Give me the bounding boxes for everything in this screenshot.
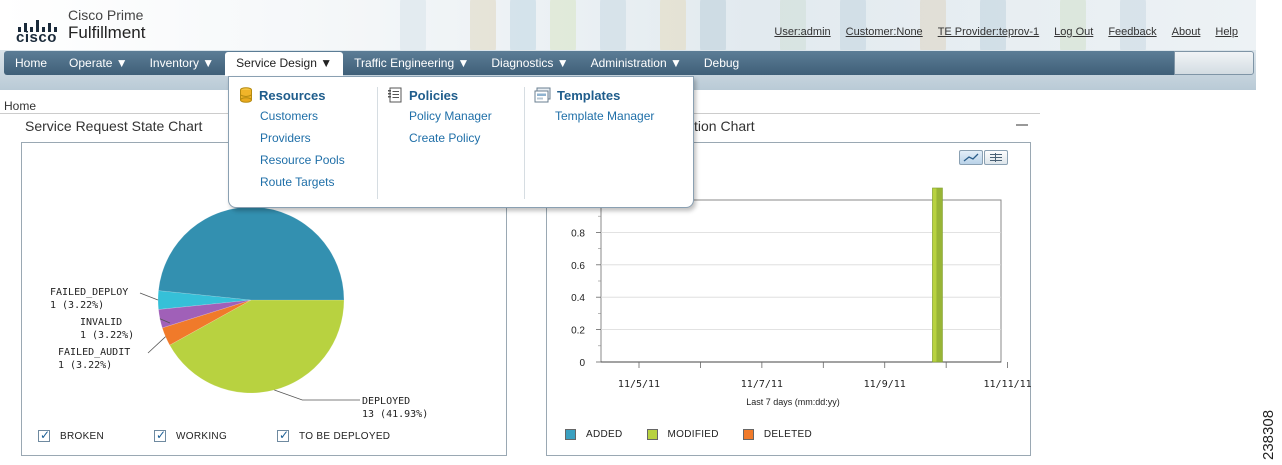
menu-resource-pools[interactable]: Resource Pools — [260, 153, 345, 169]
document-list-icon — [388, 87, 402, 103]
nav-traffic-engineering[interactable]: Traffic Engineering ▼ — [343, 51, 480, 75]
legend-deleted: DELETED — [742, 429, 812, 440]
pie-leader-deployed — [274, 389, 360, 401]
left-panel-title: Service Request State Chart — [25, 118, 203, 134]
feedback-link[interactable]: Feedback — [1108, 26, 1156, 38]
menu-create-policy[interactable]: Create Policy — [409, 131, 492, 147]
menu-template-manager[interactable]: Template Manager — [555, 109, 654, 125]
legend-broken[interactable]: BROKEN — [38, 428, 104, 442]
nav-search-box[interactable] — [1174, 51, 1254, 75]
header: cisco Cisco Prime Fulfillment User:admin… — [0, 0, 1256, 50]
state-legend: BROKEN WORKING TO BE DEPLOYED — [38, 428, 440, 442]
nav-administration[interactable]: Administration ▼ — [580, 51, 693, 75]
header-decoration — [360, 0, 1256, 50]
breadcrumb[interactable]: Home — [4, 99, 36, 113]
legend-added: ADDED — [565, 429, 623, 440]
menu-head-templates[interactable]: Templates — [534, 87, 654, 103]
pie-value-invalid: 1 (3.22%) — [80, 330, 134, 341]
pie-value-deployed: 13 (41.93%) — [362, 409, 428, 420]
product-line-1: Cisco Prime — [68, 7, 144, 23]
menu-head-policies[interactable]: Policies — [388, 87, 492, 103]
pie-label-failed_audit: FAILED_AUDIT — [58, 347, 130, 358]
x-tick-label: 11/5/11 — [618, 379, 660, 390]
nav-home[interactable]: Home — [4, 51, 58, 75]
pie-value-failed_deploy: 1 (3.22%) — [50, 300, 104, 311]
bar-shade — [936, 188, 943, 362]
te-provider-link[interactable]: TE Provider:teprov-1 — [938, 26, 1039, 38]
operation-legend: ADDED MODIFIED DELETED — [565, 429, 862, 440]
menu-separator — [377, 87, 378, 199]
x-axis-label: Last 7 days (mm:dd:yy) — [746, 397, 840, 407]
menu-customers[interactable]: Customers — [260, 109, 345, 125]
pie-label-invalid: INVALID — [80, 317, 122, 328]
y-tick-label: 0 — [579, 358, 585, 369]
chart-view-icon[interactable] — [959, 150, 983, 165]
minimize-button[interactable] — [1016, 124, 1028, 126]
broken-checkbox[interactable] — [38, 428, 50, 442]
menu-column-policies: Policies Policy Manager Create Policy — [388, 87, 492, 147]
cisco-wordmark: cisco — [16, 29, 57, 46]
database-icon — [240, 87, 252, 103]
pie-label-failed_deploy: FAILED_DEPLOY — [50, 287, 128, 298]
about-link[interactable]: About — [1172, 26, 1201, 38]
added-swatch — [565, 429, 576, 440]
help-link[interactable]: Help — [1215, 26, 1238, 38]
template-icon — [534, 87, 551, 103]
pie-label-deployed: DEPLOYED — [362, 396, 410, 407]
nav-diagnostics[interactable]: Diagnostics ▼ — [480, 51, 579, 75]
y-tick-label: 0.8 — [571, 228, 585, 239]
y-tick-label: 0.2 — [571, 326, 585, 337]
menu-column-templates: Templates Template Manager — [534, 87, 654, 125]
view-toggle — [958, 150, 1008, 165]
cisco-logo: cisco Cisco Prime Fulfillment — [16, 8, 145, 46]
logout-link[interactable]: Log Out — [1054, 26, 1093, 38]
y-tick-label: 0.4 — [571, 293, 585, 304]
cisco-bridge-icon: cisco — [16, 8, 64, 46]
menu-separator — [524, 87, 525, 199]
x-tick-label: 11/9/11 — [864, 379, 906, 390]
pie-slice-unlabeled — [158, 206, 345, 301]
figure-id: 238308 — [1260, 409, 1277, 460]
nav-debug[interactable]: Debug — [693, 51, 750, 75]
x-tick-label: 11/11/11 — [984, 379, 1032, 390]
main-nav: Home Operate ▼ Inventory ▼ Service Desig… — [4, 51, 1174, 76]
x-tick-label: 11/7/11 — [741, 379, 783, 390]
table-view-icon[interactable] — [984, 150, 1008, 165]
y-tick-label: 0.6 — [571, 261, 585, 272]
nav-service-design[interactable]: Service Design ▼ — [225, 52, 344, 76]
pie-leader-failed_audit — [147, 336, 166, 354]
deleted-swatch — [742, 429, 754, 440]
customer-link[interactable]: Customer:None — [846, 26, 923, 38]
modified-swatch — [646, 429, 658, 440]
nav-operate[interactable]: Operate ▼ — [58, 51, 139, 75]
menu-route-targets[interactable]: Route Targets — [260, 175, 345, 191]
legend-to-be-deployed[interactable]: TO BE DEPLOYED — [277, 428, 390, 442]
top-links: User:admin Customer:None TE Provider:tep… — [774, 26, 1238, 38]
pie-value-failed_audit: 1 (3.22%) — [58, 360, 112, 371]
nav-inventory[interactable]: Inventory ▼ — [139, 51, 226, 75]
legend-working[interactable]: WORKING — [154, 428, 227, 442]
menu-policy-manager[interactable]: Policy Manager — [409, 109, 492, 125]
service-design-menu: Resources Customers Providers Resource P… — [228, 76, 694, 208]
product-line-2: Fulfillment — [68, 23, 146, 42]
working-checkbox[interactable] — [154, 428, 166, 442]
menu-providers[interactable]: Providers — [260, 131, 345, 147]
to-be-deployed-checkbox[interactable] — [277, 428, 289, 442]
legend-modified: MODIFIED — [646, 429, 719, 440]
user-link[interactable]: User:admin — [774, 26, 830, 38]
menu-head-resources[interactable]: Resources — [239, 87, 345, 103]
pie-leader-failed_deploy — [139, 292, 159, 301]
right-panel-title: tion Chart — [694, 118, 755, 134]
menu-column-resources: Resources Customers Providers Resource P… — [239, 87, 345, 191]
